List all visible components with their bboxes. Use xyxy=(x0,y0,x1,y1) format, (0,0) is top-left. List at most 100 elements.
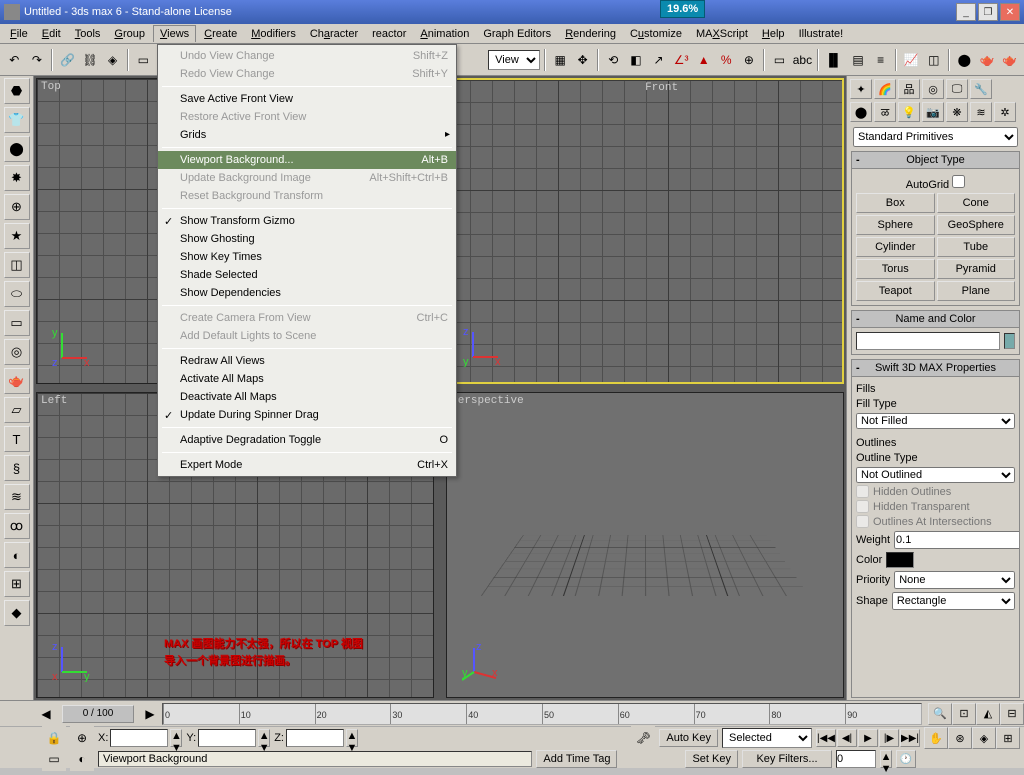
hidden-outlines-checkbox[interactable] xyxy=(856,485,869,498)
menu-rendering[interactable]: Rendering xyxy=(559,26,622,42)
views-menu-item[interactable]: Redraw All Views xyxy=(158,352,456,370)
sub-spacewarps-icon[interactable]: ≋ xyxy=(970,102,992,122)
spinner-snap-icon[interactable]: ⊕ xyxy=(739,48,760,72)
object-color-swatch[interactable] xyxy=(1004,333,1015,349)
views-menu-item[interactable]: Update During Spinner Drag xyxy=(158,406,456,424)
views-menu-item[interactable]: Show Dependencies xyxy=(158,284,456,302)
x-spinner[interactable]: ▲▼ xyxy=(170,729,182,747)
link-icon[interactable]: 🔗 xyxy=(57,48,78,72)
shape-dropdown[interactable]: Rectangle xyxy=(892,592,1015,610)
tab-torus-icon[interactable]: ◎ xyxy=(4,339,30,365)
prompt-icon[interactable]: ◐ xyxy=(70,747,94,771)
next-frame-icon[interactable]: |▶ xyxy=(879,729,899,747)
tab-spacewarps-icon[interactable]: ★ xyxy=(4,223,30,249)
menu-illustrate[interactable]: Illustrate! xyxy=(793,26,850,42)
menu-file[interactable]: File xyxy=(4,26,34,42)
nav-walk-icon[interactable]: ◈ xyxy=(972,727,996,749)
hidden-transparent-checkbox[interactable] xyxy=(856,500,869,513)
tab-helpers-icon[interactable]: ⊕ xyxy=(4,194,30,220)
menu-grapheditors[interactable]: Graph Editors xyxy=(477,26,557,42)
tab-spiral-icon[interactable]: § xyxy=(4,455,30,481)
menu-edit[interactable]: Edit xyxy=(36,26,67,42)
sub-cameras-icon[interactable]: 📷 xyxy=(922,102,944,122)
tab-waves-icon[interactable]: ≋ xyxy=(4,484,30,510)
tab-render-icon[interactable]: ▭ xyxy=(4,310,30,336)
nav-arc-icon[interactable]: ⊛ xyxy=(948,727,972,749)
minimize-button[interactable]: _ xyxy=(956,3,976,21)
percent-snap-icon[interactable]: % xyxy=(716,48,737,72)
menu-group[interactable]: Group xyxy=(108,26,151,42)
keyfilters-button[interactable]: Key Filters... xyxy=(742,750,832,768)
named-sel-icon[interactable]: ▭ xyxy=(769,48,790,72)
move-icon[interactable]: ✥ xyxy=(572,48,593,72)
snap-icon[interactable]: ▲ xyxy=(693,48,714,72)
sub-lights-icon[interactable]: 💡 xyxy=(898,102,920,122)
menu-reactor[interactable]: reactor xyxy=(366,26,412,42)
primitive-cone-button[interactable]: Cone xyxy=(937,193,1016,213)
time-slider[interactable]: 0 / 100 xyxy=(62,705,134,723)
views-menu-item[interactable]: Adaptive Degradation ToggleO xyxy=(158,431,456,449)
menu-tools[interactable]: Tools xyxy=(69,26,107,42)
setkey-button[interactable]: Set Key xyxy=(685,750,738,768)
close-button[interactable]: ✕ xyxy=(1000,3,1020,21)
rotate-icon[interactable]: ⟲ xyxy=(603,48,624,72)
tab-create-icon[interactable]: ✦ xyxy=(850,79,872,99)
primitive-pyramid-button[interactable]: Pyramid xyxy=(937,259,1016,279)
tab-teapot-icon[interactable]: 🫖 xyxy=(4,368,30,394)
bind-icon[interactable]: ◈ xyxy=(102,48,123,72)
weight-input[interactable] xyxy=(894,531,1020,549)
primitive-plane-button[interactable]: Plane xyxy=(937,281,1016,301)
menu-help[interactable]: Help xyxy=(756,26,791,42)
tab-systems-icon[interactable]: ◫ xyxy=(4,252,30,278)
current-frame-input[interactable] xyxy=(836,750,876,768)
menu-maxscript[interactable]: MAXScript xyxy=(690,26,754,42)
viewport-front[interactable]: Front zxy xyxy=(446,78,844,384)
views-menu-item[interactable]: Shade Selected xyxy=(158,266,456,284)
tab-cylinder-icon[interactable]: ⬭ xyxy=(4,281,30,307)
tab-more3-icon[interactable]: ◆ xyxy=(4,600,30,626)
views-menu-item[interactable]: Viewport Background...Alt+B xyxy=(158,151,456,169)
nav-zoom-icon[interactable]: 🔍 xyxy=(928,703,952,725)
outlines-intersections-checkbox[interactable] xyxy=(856,515,869,528)
outline-type-dropdown[interactable]: Not Outlined xyxy=(856,467,1015,483)
primitive-geosphere-button[interactable]: GeoSphere xyxy=(937,215,1016,235)
sub-geometry-icon[interactable]: ⬤ xyxy=(850,102,872,122)
quick-render-icon[interactable]: 🫖 xyxy=(999,48,1020,72)
select-icon[interactable]: ▭ xyxy=(133,48,154,72)
window-crossing-icon[interactable]: ▦ xyxy=(550,48,571,72)
tab-text-icon[interactable]: T xyxy=(4,426,30,452)
views-menu-item[interactable]: Activate All Maps xyxy=(158,370,456,388)
goto-start-icon[interactable]: |◀◀ xyxy=(816,729,836,747)
tab-knot-icon[interactable]: ꝏ xyxy=(4,513,30,539)
sub-systems-icon[interactable]: ✲ xyxy=(994,102,1016,122)
addtimetag-button[interactable]: Add Time Tag xyxy=(536,750,617,768)
views-menu-item[interactable]: Show Transform Gizmo xyxy=(158,212,456,230)
views-menu-item[interactable]: Show Ghosting xyxy=(158,230,456,248)
curve-editor-icon[interactable]: 📈 xyxy=(901,48,922,72)
timeline-prev-icon[interactable]: ◀ xyxy=(34,702,58,726)
tab-more2-icon[interactable]: ⊞ xyxy=(4,571,30,597)
render-scene-icon[interactable]: 🫖 xyxy=(977,48,998,72)
tab-shapes-icon[interactable]: 👕 xyxy=(4,107,30,133)
autokey-button[interactable]: Auto Key xyxy=(659,729,718,747)
category-dropdown[interactable]: Standard Primitives xyxy=(853,127,1018,147)
views-menu-item[interactable]: Save Active Front View xyxy=(158,90,456,108)
nav-zoomall-icon[interactable]: ⊡ xyxy=(952,703,976,725)
primitive-sphere-button[interactable]: Sphere xyxy=(856,215,935,235)
tab-lights-icon[interactable]: ⬤ xyxy=(4,136,30,162)
viewport-perspective[interactable]: Perspective zxy xyxy=(446,392,844,698)
time-config-icon[interactable]: 🕐 xyxy=(896,750,916,768)
coord-x-input[interactable] xyxy=(110,729,168,747)
tab-plane-icon[interactable]: ▱ xyxy=(4,397,30,423)
object-name-input[interactable] xyxy=(856,332,1000,350)
undo-icon[interactable]: ↶ xyxy=(4,48,25,72)
maximize-button[interactable]: ❐ xyxy=(978,3,998,21)
play-icon[interactable]: ▶ xyxy=(858,729,878,747)
material-icon[interactable]: ⬤ xyxy=(954,48,975,72)
nav-minmax-icon[interactable]: ⊞ xyxy=(996,727,1020,749)
views-menu-item[interactable]: Grids xyxy=(158,126,456,144)
name-color-header[interactable]: Name and Color xyxy=(852,311,1019,328)
y-spinner[interactable]: ▲▼ xyxy=(258,729,270,747)
nav-pan-icon[interactable]: ✋ xyxy=(924,727,948,749)
tab-display-icon[interactable]: 🖵 xyxy=(946,79,968,99)
